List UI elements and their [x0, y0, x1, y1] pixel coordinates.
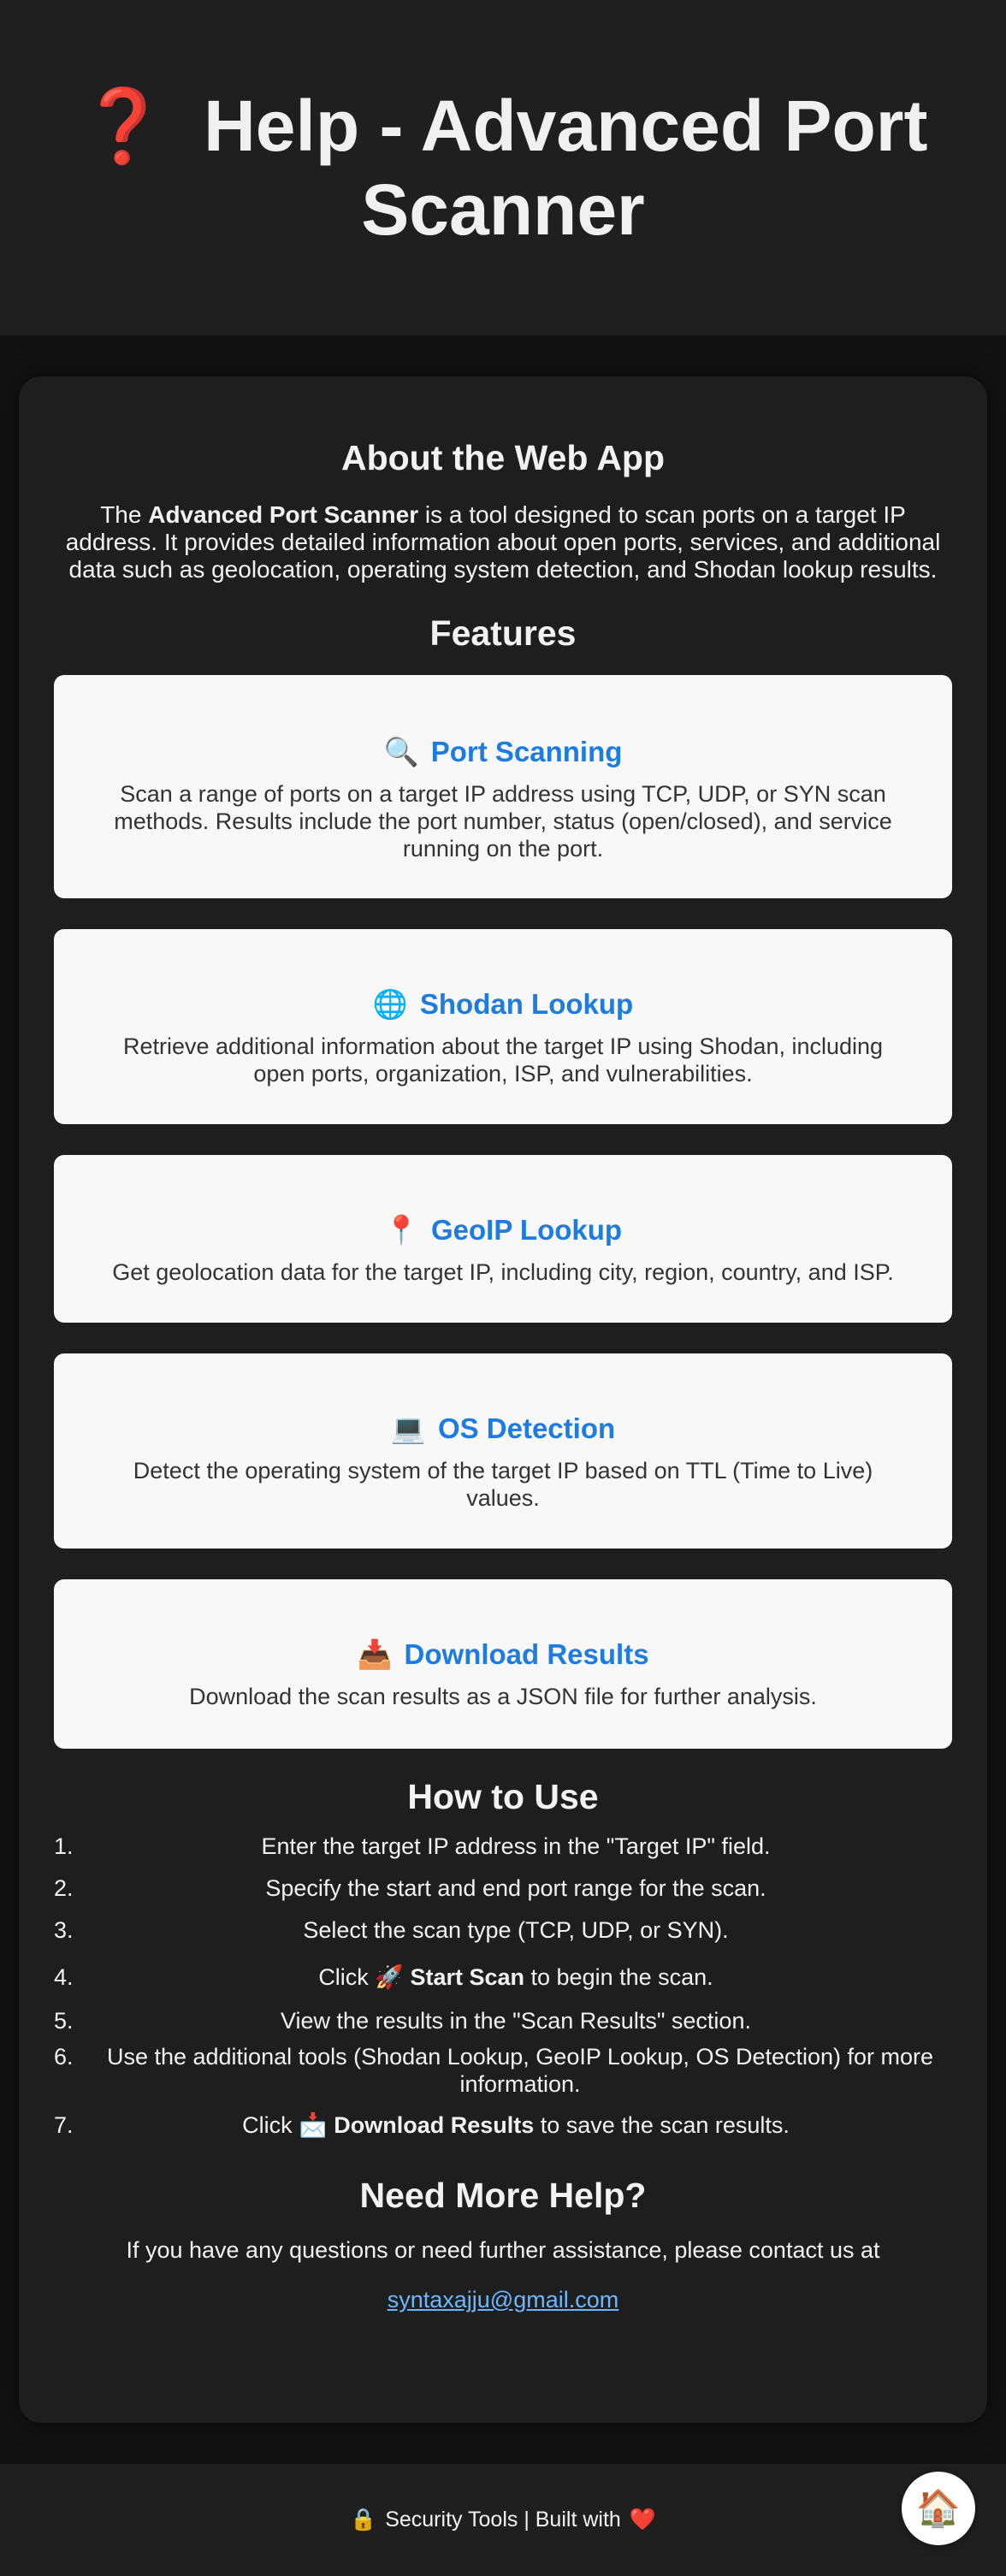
page-footer: 🔒 Security Tools | Built with ❤️ — [0, 2464, 1006, 2576]
need-help-title: Need More Help? — [359, 2176, 647, 2215]
step-text: Specify the start and end port range for… — [265, 1875, 766, 1901]
step-item: 6. Use the additional tools (Shodan Looku… — [54, 2043, 952, 2111]
house-icon: 🏠 — [915, 2487, 962, 2528]
feature-card-download-results: 📥 Download Results Download the scan resu… — [54, 1579, 952, 1749]
question-icon: ❓ — [78, 86, 169, 166]
feature-title: 💻 OS Detection — [95, 1412, 911, 1446]
step-number: 1. — [54, 1833, 74, 1859]
step-text: Use the additional tools (Shodan Lookup,… — [106, 2044, 934, 2097]
feature-title-text: Shodan Lookup — [419, 988, 634, 1020]
feature-card-os-detection: 💻 OS Detection Detect the operating syste… — [54, 1353, 952, 1549]
feature-title: 📥 Download Results — [95, 1637, 911, 1672]
step-text: Select the scan type (TCP, UDP, or SYN). — [303, 1917, 729, 1943]
feature-title: 🌐 Shodan Lookup — [95, 987, 911, 1022]
rocket-icon: 🚀 — [375, 1964, 404, 1990]
step-text: Enter the target IP address in the "Targ… — [261, 1833, 771, 1859]
step-text-pre: Click — [318, 1964, 376, 1990]
about-text: The Advanced Port Scanner is a tool desi… — [54, 501, 952, 583]
feature-description: Detect the operating system of the targe… — [133, 1458, 873, 1511]
feature-card-shodan-lookup: 🌐 Shodan Lookup Retrieve additional infor… — [54, 929, 952, 1124]
page-header: ❓ Help - Advanced Port Scanner — [0, 0, 1006, 335]
envelope-icon: 📩 — [299, 2112, 328, 2138]
page-title-text: Help - Advanced Port Scanner — [204, 86, 928, 250]
footer-text: Security Tools | Built with — [385, 2508, 621, 2532]
feature-title-text: GeoIP Lookup — [431, 1214, 623, 1246]
step-item: 1. Enter the target IP address in the "Ta… — [54, 1833, 952, 1874]
feature-title-text: OS Detection — [437, 1412, 616, 1444]
step-number: 5. — [54, 2008, 74, 2034]
step-number: 2. — [54, 1875, 74, 1901]
feature-title: 📍 GeoIP Lookup — [95, 1213, 911, 1247]
need-help-text: If you have any questions or need furthe… — [126, 2237, 880, 2263]
magnifier-icon: 🔍 — [383, 736, 419, 767]
features-list: 🔍 Port Scanning Scan a range of ports on … — [54, 675, 952, 1749]
feature-description: Get geolocation data for the target IP, … — [112, 1259, 894, 1285]
step-number: 7. — [54, 2112, 74, 2138]
feature-description: Download the scan results as a JSON file… — [189, 1684, 817, 1709]
about-title: About the Web App — [340, 438, 666, 477]
help-container: About the Web App The Advanced Port Scan… — [19, 376, 987, 2423]
step-text: Click 📩 Download Results to save the sca… — [80, 2111, 952, 2139]
laptop-icon: 💻 — [390, 1412, 426, 1444]
heart-icon: ❤️ — [629, 2508, 656, 2532]
step-item: 5. View the results in the "Scan Results"… — [54, 2007, 952, 2038]
step-item: 7. Click 📩 Download Results to save the s… — [54, 2111, 952, 2146]
step-text: View the results in the "Scan Results" s… — [281, 2008, 751, 2034]
contact-email-link[interactable]: syntaxajju@gmail.com — [388, 2286, 619, 2313]
page-title: ❓ Help - Advanced Port Scanner — [51, 84, 955, 252]
home-button[interactable]: 🏠 — [902, 2472, 975, 2545]
feature-card-port-scanning: 🔍 Port Scanning Scan a range of ports on … — [54, 675, 952, 898]
step-text-post: to save the scan results. — [534, 2112, 790, 2138]
step-text-pre: Click — [242, 2112, 299, 2138]
step-text-bold: Start Scan — [410, 1964, 525, 1990]
about-app-name: Advanced Port Scanner — [148, 501, 419, 528]
step-item: 2. Specify the start and end port range f… — [54, 1874, 952, 1916]
download-icon: 📥 — [357, 1638, 393, 1670]
feature-description: Scan a range of ports on a target IP add… — [114, 781, 892, 862]
lock-icon: 🔒 — [350, 2508, 377, 2532]
steps-list: 1. Enter the target IP address in the "Ta… — [54, 1833, 952, 2146]
feature-title: 🔍 Port Scanning — [95, 735, 911, 769]
step-number: 6. — [54, 2044, 74, 2070]
features-title: Features — [429, 613, 577, 653]
feature-title-text: Download Results — [404, 1638, 649, 1670]
feature-title-text: Port Scanning — [430, 736, 623, 767]
pin-icon: 📍 — [383, 1214, 419, 1246]
feature-description: Retrieve additional information about th… — [122, 1033, 884, 1087]
step-text-post: to begin the scan. — [524, 1964, 713, 1990]
step-item: 4. Click 🚀 Start Scan to begin the scan. — [54, 1963, 952, 2005]
how-to-use-title: How to Use — [407, 1777, 599, 1816]
feature-card-geoip-lookup: 📍 GeoIP Lookup Get geolocation data for t… — [54, 1155, 952, 1323]
step-text-bold: Download Results — [334, 2112, 535, 2138]
globe-icon: 🌐 — [372, 988, 408, 1020]
step-item: 3. Select the scan type (TCP, UDP, or SYN… — [54, 1916, 952, 1963]
step-number: 3. — [54, 1917, 74, 1943]
step-text: Click 🚀 Start Scan to begin the scan. — [80, 1963, 952, 1991]
step-number: 4. — [54, 1964, 74, 1990]
about-text-prefix: The — [100, 501, 149, 528]
